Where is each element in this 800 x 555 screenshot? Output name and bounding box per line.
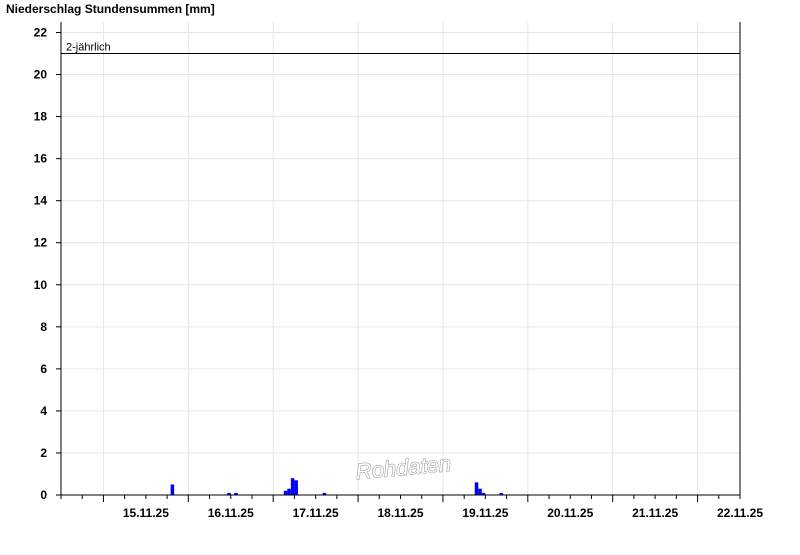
axes	[60, 22, 741, 502]
y-tick-label: 6	[40, 362, 47, 376]
grid-lines	[61, 22, 740, 495]
precipitation-bar	[170, 484, 175, 495]
y-tick-label: 12	[34, 236, 48, 250]
y-tick-label: 10	[34, 278, 48, 292]
chart-title: Niederschlag Stundensummen [mm]	[6, 2, 215, 16]
x-tick-label: 19.11.25	[462, 506, 508, 520]
watermark-text: Rohdaten	[355, 451, 452, 484]
bar-series	[170, 478, 504, 495]
y-tick-label: 0	[40, 488, 47, 502]
precipitation-chart: Niederschlag Stundensummen [mm] 2-jährli…	[0, 0, 800, 550]
y-tick-label: 22	[34, 26, 48, 40]
y-tick-label: 4	[40, 404, 47, 418]
precipitation-bar	[287, 488, 291, 495]
precipitation-bar	[290, 478, 295, 495]
y-tick-label: 18	[34, 110, 48, 124]
y-tick-label: 14	[34, 194, 48, 208]
threshold-line-group: 2-jährlich	[61, 42, 740, 55]
x-tick-label: 16.11.25	[208, 506, 254, 520]
y-tick-label: 2	[40, 446, 47, 460]
x-tick-label: 21.11.25	[632, 506, 678, 520]
y-tick-label: 8	[40, 320, 47, 334]
chart-canvas: Niederschlag Stundensummen [mm] 2-jährli…	[6, 2, 764, 520]
x-tick-label: 15.11.25	[123, 506, 169, 520]
y-tick-label: 16	[34, 152, 48, 166]
y-axis-ticks: 0 2 4 6 8 10 12 14 16 18 20 22	[34, 26, 61, 502]
threshold-label: 2-jährlich	[66, 42, 111, 54]
x-tick-label: 18.11.25	[377, 506, 423, 520]
precipitation-bar	[474, 482, 479, 495]
x-tick-label: 20.11.25	[547, 506, 593, 520]
x-tick-label: 17.11.25	[293, 506, 339, 520]
y-tick-label: 20	[34, 68, 48, 82]
x-tick-label: 22.11.25	[717, 506, 763, 520]
precipitation-bar	[283, 490, 288, 495]
precipitation-bar	[294, 480, 298, 495]
precipitation-bar	[478, 488, 482, 495]
x-axis-ticks: 15.11.25 16.11.25 17.11.25 18.11.25 19.11.25…	[123, 506, 764, 520]
